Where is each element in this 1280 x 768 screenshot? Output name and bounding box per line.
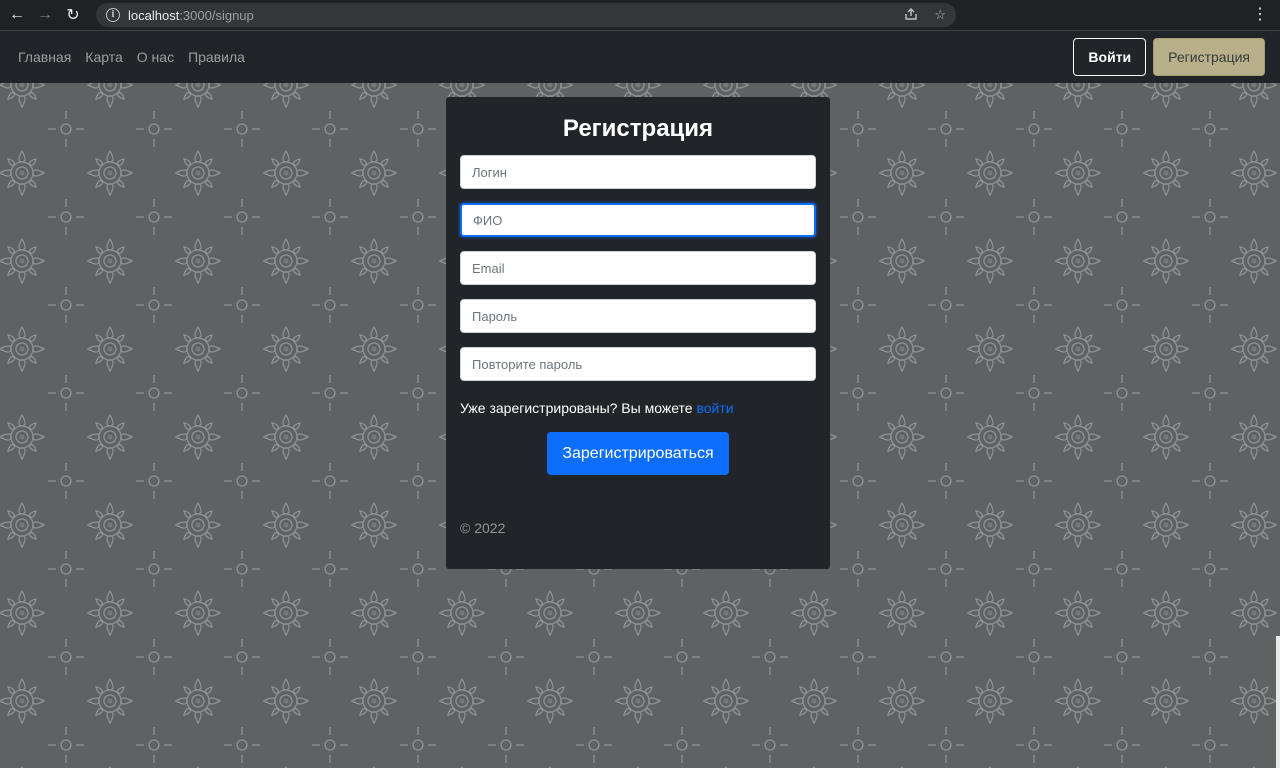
site-navbar: Главная Карта О нас Правила Войти Регист… [0, 31, 1280, 83]
submit-wrap: Зарегистрироваться [460, 432, 816, 475]
browser-toolbar: ← → ↻ i localhost:3000/signup ☆ ⋮ [0, 0, 1280, 31]
forward-icon[interactable]: → [34, 4, 56, 26]
nav-link-home[interactable]: Главная [18, 49, 71, 65]
form-title: Регистрация [562, 115, 714, 142]
back-icon[interactable]: ← [6, 4, 28, 26]
kebab-menu-icon[interactable]: ⋮ [1252, 5, 1268, 25]
copyright-text: © 2022 [460, 520, 506, 536]
login-button[interactable]: Войти [1073, 38, 1147, 76]
nav-link-about[interactable]: О нас [137, 49, 174, 65]
url-path: :3000/signup [179, 7, 254, 23]
nav-link-map[interactable]: Карта [85, 49, 122, 65]
signup-card: Регистрация Уже зарегистрированы? Вы мож… [446, 97, 830, 569]
address-bar[interactable]: i localhost:3000/signup ☆ [96, 3, 956, 27]
submit-register-button[interactable]: Зарегистрироваться [547, 432, 729, 475]
nav-links: Главная Карта О нас Правила [18, 49, 259, 65]
email-input[interactable] [460, 251, 816, 285]
scrollbar-thumb[interactable] [1276, 636, 1280, 768]
login-link[interactable]: войти [696, 400, 733, 416]
register-button[interactable]: Регистрация [1153, 38, 1265, 76]
nav-actions: Войти Регистрация [1073, 38, 1265, 76]
password-input[interactable] [460, 299, 816, 333]
login-input[interactable] [460, 155, 816, 189]
already-registered-label: Уже зарегистрированы? Вы можете [460, 400, 697, 416]
fio-input[interactable] [460, 203, 816, 237]
url-host: localhost [128, 7, 180, 23]
share-icon[interactable] [904, 7, 918, 24]
already-registered-text: Уже зарегистрированы? Вы можете войти [460, 399, 816, 417]
info-icon[interactable]: i [106, 8, 120, 22]
star-icon[interactable]: ☆ [934, 7, 946, 23]
password-repeat-input[interactable] [460, 347, 816, 381]
nav-link-rules[interactable]: Правила [188, 49, 245, 65]
reload-icon[interactable]: ↻ [62, 4, 84, 26]
